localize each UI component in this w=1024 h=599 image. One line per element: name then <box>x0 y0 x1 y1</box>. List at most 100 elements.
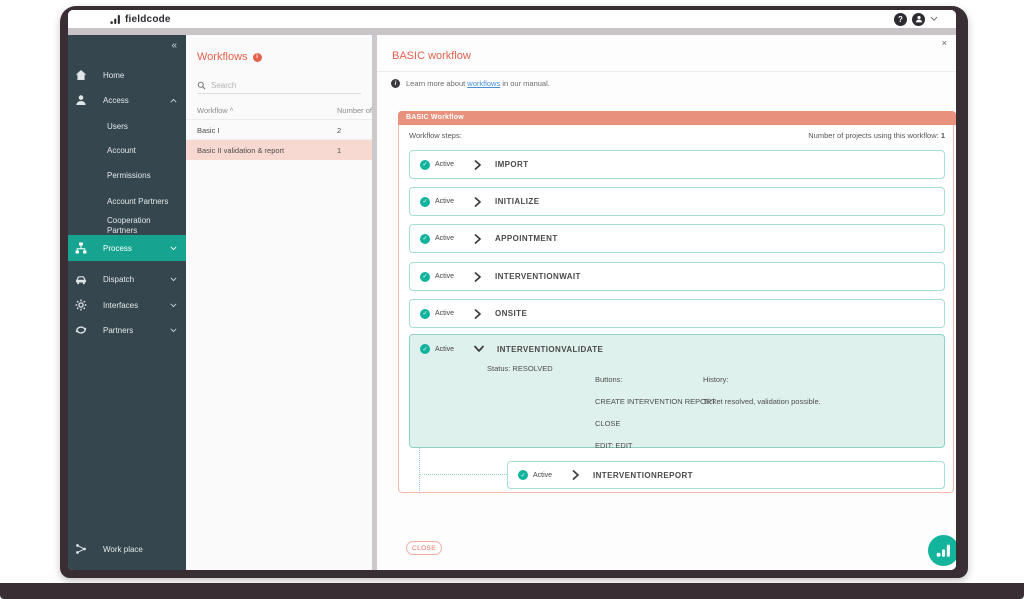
check-icon: ✓ <box>420 344 430 354</box>
fieldcode-logo-icon <box>110 13 121 25</box>
status-badge: ✓ Active <box>420 197 460 207</box>
chevron-right-icon <box>474 197 482 207</box>
column-workflow[interactable]: Workflow ^ <box>197 106 233 115</box>
check-icon: ✓ <box>420 197 430 207</box>
step-initialize[interactable]: ✓ Active INITIALIZE <box>409 187 945 216</box>
process-icon <box>74 242 88 254</box>
gear-icon <box>74 299 88 311</box>
sidebar-item-process[interactable]: Process <box>68 235 186 261</box>
workflows-panel: Workflows i Workflow ^ <box>186 35 372 570</box>
chevron-down-icon[interactable] <box>930 16 938 22</box>
chevron-down-icon <box>474 345 484 353</box>
card-header: BASIC Workflow <box>398 111 956 125</box>
expanded-step-header[interactable]: ✓ Active INTERVENTIONVALIDATE <box>410 344 944 354</box>
sidebar-item-home[interactable]: Home <box>68 62 186 88</box>
sort-asc-icon: ^ <box>230 106 234 115</box>
workflows-manual-link[interactable]: workflows <box>467 79 500 88</box>
workflow-detail-panel: × BASIC workflow i Learn more about work… <box>377 35 956 570</box>
check-icon: ✓ <box>420 160 430 170</box>
status-badge: ✓ Active <box>420 309 460 319</box>
status-badge: ✓ Active <box>420 234 460 244</box>
workflow-row-basic-1[interactable]: Basic I 2 <box>186 120 372 140</box>
title-divider <box>377 71 956 72</box>
status-badge: ✓ Active <box>420 160 460 170</box>
sidebar-item-interfaces[interactable]: Interfaces <box>68 292 186 318</box>
fieldcode-fab-button[interactable] <box>928 535 956 566</box>
chevron-down-icon <box>170 277 177 282</box>
search-input[interactable] <box>211 81 341 90</box>
step-interventionwait[interactable]: ✓ Active INTERVENTIONWAIT <box>409 262 945 291</box>
search-icon <box>197 81 206 90</box>
chevron-right-icon <box>474 272 482 282</box>
handshake-icon <box>74 324 88 336</box>
workflow-card: BASIC Workflow Workflow steps: Number of… <box>398 111 954 493</box>
chevron-down-icon <box>170 303 177 308</box>
user-menu-button[interactable] <box>912 13 925 26</box>
check-icon: ✓ <box>420 234 430 244</box>
step-buttons-detail: Buttons: CREATE INTERVENTION REPORT CLOS… <box>595 363 716 462</box>
share-network-icon <box>74 543 88 555</box>
chevron-down-icon <box>170 328 177 333</box>
check-icon: ✓ <box>420 309 430 319</box>
help-icon: ? <box>898 15 903 24</box>
chevron-up-icon <box>170 98 177 103</box>
step-appointment[interactable]: ✓ Active APPOINTMENT <box>409 224 945 253</box>
workflow-search <box>197 77 361 94</box>
projects-count: Number of projects using this workflow: … <box>808 131 945 140</box>
column-projects[interactable]: Number of projects <box>337 106 372 115</box>
step-onsite[interactable]: ✓ Active ONSITE <box>409 299 945 328</box>
close-icon[interactable]: × <box>942 39 947 48</box>
check-icon: ✓ <box>518 470 528 480</box>
sidebar-item-permissions[interactable]: Permissions <box>68 163 186 188</box>
laptop-frame: fieldcode ? <box>60 6 968 578</box>
step-history-detail: History: Ticket resolved, validation pos… <box>703 363 821 418</box>
status-badge: ✓ Active <box>420 272 460 282</box>
page: fieldcode ? <box>0 0 1024 599</box>
laptop-base <box>0 583 1024 599</box>
info-icon[interactable]: i <box>253 53 262 62</box>
manual-hint: i Learn more about workflows in our manu… <box>391 79 550 88</box>
help-button[interactable]: ? <box>894 13 907 26</box>
topbar-divider <box>68 28 956 35</box>
detail-title: BASIC workflow <box>392 50 471 62</box>
chevron-down-icon <box>170 246 177 251</box>
branch-connector-horizontal <box>419 474 507 475</box>
status-badge: ✓ Active <box>420 344 460 354</box>
close-button[interactable]: CLOSE <box>406 541 442 555</box>
fieldcode-logo-icon <box>936 543 951 559</box>
status-badge: ✓ Active <box>518 470 558 480</box>
sidebar: « Home Access <box>68 35 186 570</box>
sidebar-item-access[interactable]: Access <box>68 87 186 113</box>
app-screen: fieldcode ? <box>68 10 956 570</box>
chevron-right-icon <box>474 309 482 319</box>
fieldcode-logo: fieldcode <box>110 13 171 25</box>
workflow-table-header: Workflow ^ Number of projects <box>186 100 372 120</box>
logo-text: fieldcode <box>125 14 171 25</box>
check-icon: ✓ <box>420 272 430 282</box>
person-icon <box>74 94 88 106</box>
sidebar-item-dispatch[interactable]: Dispatch <box>68 266 186 292</box>
step-interventionvalidate-expanded[interactable]: ✓ Active INTERVENTIONVALIDATE Status: RE… <box>409 334 945 448</box>
chevron-right-icon <box>474 234 482 244</box>
workflows-title: Workflows i <box>197 51 262 63</box>
chevron-right-icon <box>572 470 580 480</box>
step-status-detail: Status: RESOLVED <box>487 363 553 374</box>
home-icon <box>74 69 88 81</box>
steps-label: Workflow steps: <box>409 131 462 140</box>
workflow-row-basic-2[interactable]: Basic II validation & report 1 <box>186 140 372 160</box>
step-import[interactable]: ✓ Active IMPORT <box>409 150 945 179</box>
branch-connector-vertical <box>419 448 420 491</box>
car-icon <box>74 273 88 285</box>
top-bar: fieldcode ? <box>68 10 956 28</box>
sidebar-item-work-place[interactable]: Work place <box>68 536 186 562</box>
chevron-right-icon <box>474 160 482 170</box>
info-icon: i <box>391 79 400 88</box>
user-icon <box>915 15 923 23</box>
sidebar-item-users[interactable]: Users <box>68 114 186 139</box>
sidebar-item-account[interactable]: Account <box>68 138 186 163</box>
sidebar-collapse-button[interactable]: « <box>171 40 177 51</box>
step-interventionreport[interactable]: ✓ Active INTERVENTIONREPORT <box>507 461 945 489</box>
topbar-actions: ? <box>894 13 938 26</box>
sidebar-item-partners[interactable]: Partners <box>68 317 186 343</box>
card-meta: Workflow steps: Number of projects using… <box>409 131 945 140</box>
